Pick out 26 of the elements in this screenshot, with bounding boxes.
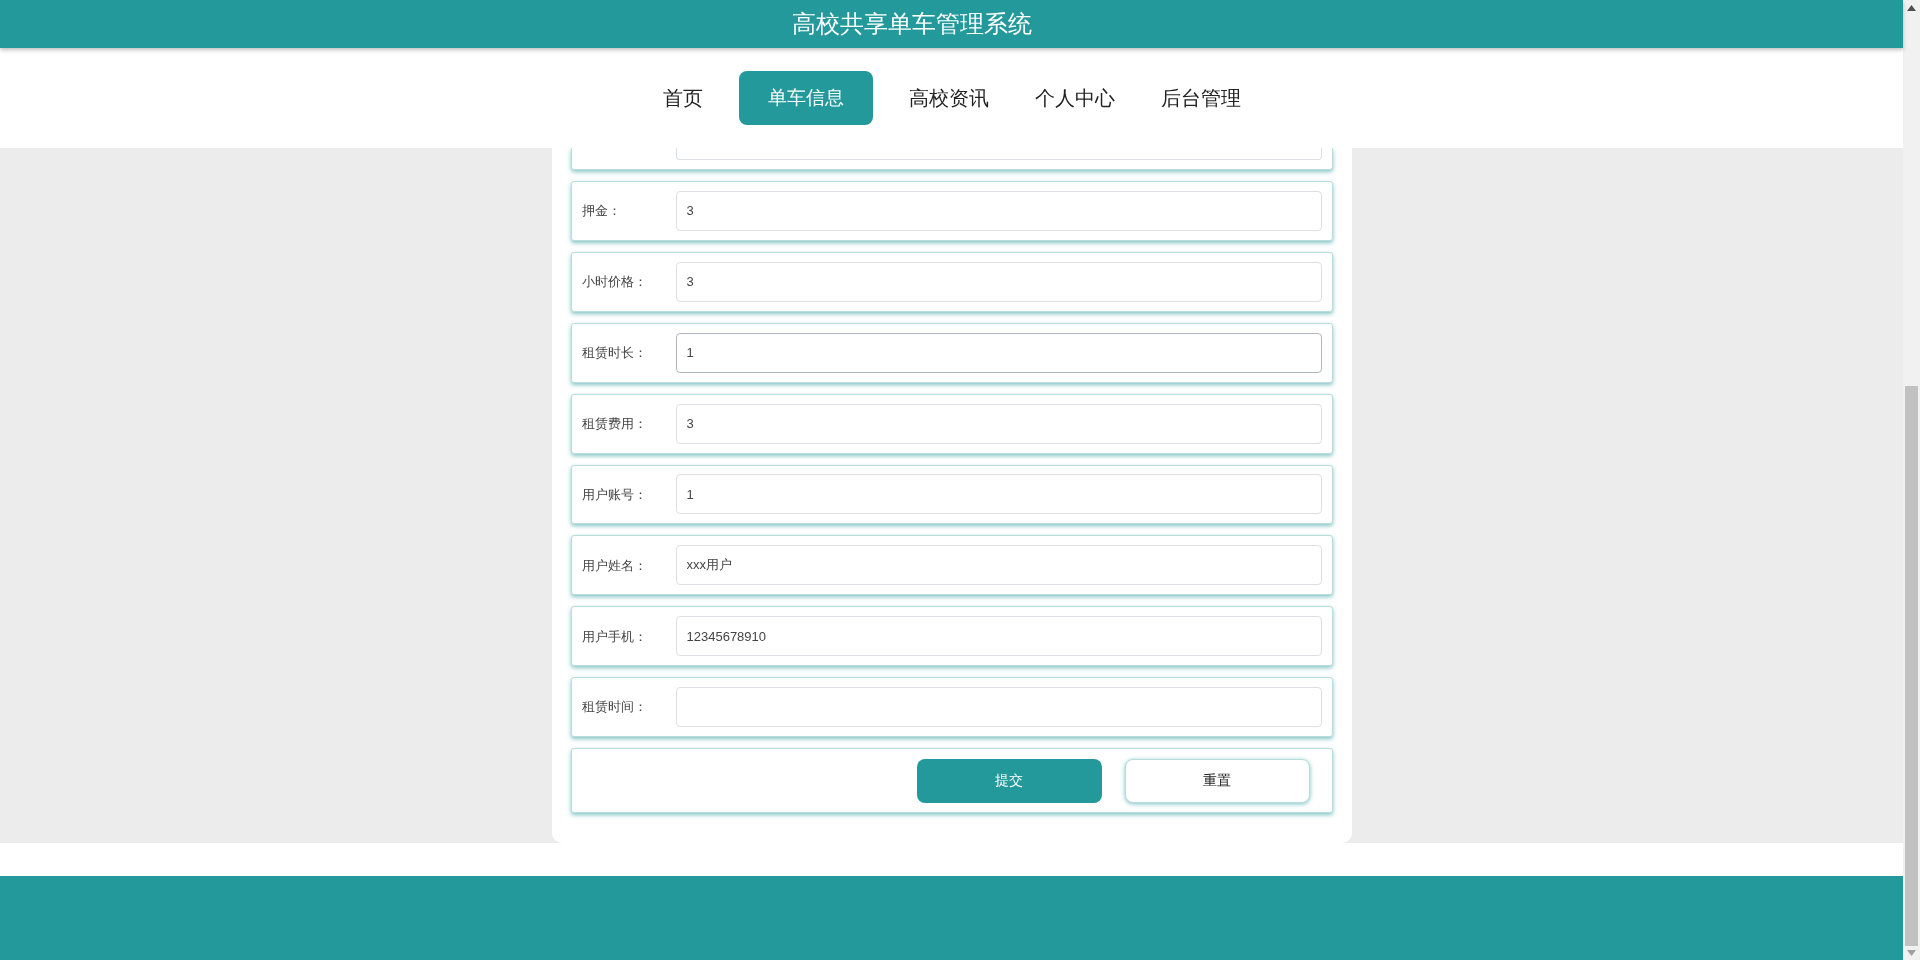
field-label: 用户手机：	[581, 627, 648, 646]
scroll-down-icon[interactable]	[1907, 950, 1916, 956]
input-field[interactable]: 3	[675, 190, 1322, 231]
site-title: 高校共享单车管理系统	[791, 9, 1033, 39]
input-field[interactable]: 1	[675, 474, 1322, 515]
nav-tab[interactable]: 高校资讯	[898, 71, 999, 125]
field-label: 小时价格：	[581, 273, 648, 292]
nav-tab[interactable]: 个人中心	[1024, 71, 1125, 125]
input-field[interactable]: 1	[675, 332, 1322, 373]
field-label: 用户账号：	[581, 485, 648, 504]
field-label: 用户姓名：	[581, 556, 648, 575]
input-field[interactable]	[675, 687, 1322, 728]
scrollbar-thumb[interactable]	[1905, 386, 1918, 946]
field-label: 租赁时长：	[581, 343, 648, 362]
input-field[interactable]: 3	[675, 403, 1322, 444]
field-label: 租赁费用：	[581, 414, 648, 433]
input-field[interactable]	[675, 148, 1322, 160]
field-label: 租赁时间：	[581, 698, 648, 717]
input-field[interactable]: 12345678910	[675, 616, 1322, 657]
field-label: 押金：	[581, 202, 622, 221]
input-field[interactable]: xxx用户	[675, 545, 1322, 586]
nav-tab[interactable]: 后台管理	[1150, 71, 1251, 125]
nav-tab[interactable]: 首页	[652, 71, 713, 125]
reset-button[interactable]: 重置	[1124, 758, 1310, 803]
input-field[interactable]: 3	[675, 261, 1322, 302]
scroll-up-icon[interactable]	[1907, 5, 1916, 11]
